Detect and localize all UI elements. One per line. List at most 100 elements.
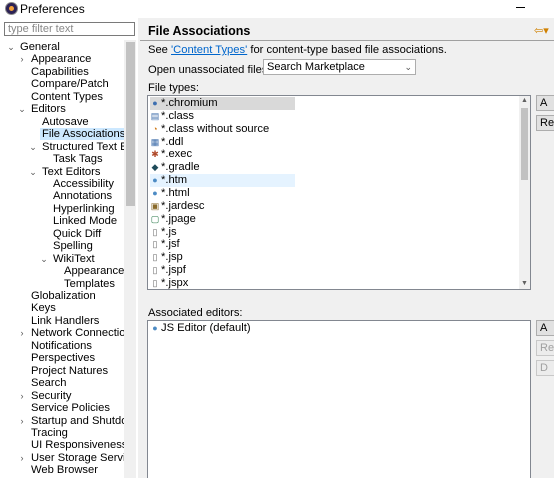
tree-item[interactable]: Content Types bbox=[29, 91, 105, 103]
tree-item[interactable]: Appearance bbox=[62, 265, 124, 277]
associated-editors-list[interactable]: ● JS Editor (default) bbox=[147, 320, 531, 478]
file-type-label: *.jsf bbox=[161, 238, 180, 251]
file-type-row[interactable]: ● *.chromium bbox=[150, 97, 295, 110]
desc-suffix: for content-type based file associations… bbox=[247, 44, 447, 56]
file-types-list[interactable]: ▯ *.jspx ▯ *.jspf ▯ *.jsp ▯ *.jsf ▯ *.js ▢ *.jpage ▣… bbox=[147, 95, 531, 290]
tree-item[interactable]: Keys bbox=[29, 302, 58, 314]
tree-item[interactable]: Security bbox=[29, 390, 73, 402]
tree-item[interactable]: Capabilities bbox=[29, 66, 91, 78]
jardesc-icon: ▣ bbox=[150, 200, 160, 211]
chevron-down-icon[interactable]: ⌄ bbox=[40, 254, 48, 263]
file-type-row[interactable]: ▢ *.jpage bbox=[150, 213, 295, 226]
filter-input[interactable]: type filter text bbox=[4, 22, 135, 36]
tree-item[interactable]: Text Editors bbox=[40, 166, 102, 178]
tree-item[interactable]: File Associations bbox=[40, 128, 124, 141]
tree-item[interactable]: Web Browser bbox=[29, 464, 100, 476]
tree-item[interactable]: Quick Diff bbox=[51, 228, 103, 240]
tree-item[interactable]: Accessibility bbox=[51, 178, 116, 190]
file-icon: ▯ bbox=[152, 252, 158, 263]
tree-item[interactable]: WikiText bbox=[51, 253, 97, 265]
tree-item[interactable]: Linked Mode bbox=[51, 215, 119, 227]
tree-item[interactable]: Tracing bbox=[29, 427, 70, 439]
tree-item[interactable]: Link Handlers bbox=[29, 315, 101, 327]
chevron-right-icon[interactable]: › bbox=[18, 416, 26, 425]
page-title: File Associations bbox=[148, 24, 251, 38]
file-types-scrollbar-thumb[interactable] bbox=[521, 108, 528, 180]
file-type-row[interactable]: ◔ *.class without source bbox=[150, 123, 295, 136]
scroll-up-icon[interactable]: ▲ bbox=[519, 96, 530, 106]
chevron-right-icon[interactable]: › bbox=[18, 329, 26, 338]
open-unassociated-select[interactable]: Search Marketplace ⌄ bbox=[263, 59, 416, 75]
file-type-row[interactable]: ▦ *.ddl bbox=[150, 136, 295, 149]
associated-editors-label: Associated editors: bbox=[148, 307, 243, 319]
add-file-type-button[interactable]: A bbox=[536, 95, 554, 111]
window-title: Preferences bbox=[20, 2, 85, 16]
remove-editor-button[interactable]: Re bbox=[536, 340, 554, 356]
tree-item[interactable]: Notifications bbox=[29, 340, 94, 352]
file-type-row[interactable]: ▯ *.jspx bbox=[150, 276, 295, 289]
associated-editor-row[interactable]: ● JS Editor (default) bbox=[150, 322, 295, 335]
file-type-label: *.ddl bbox=[161, 135, 184, 148]
chevron-down-icon[interactable]: ⌄ bbox=[29, 142, 37, 151]
file-type-label: *.js bbox=[161, 225, 177, 238]
tree-item[interactable]: Project Natures bbox=[29, 365, 110, 377]
tree-item[interactable]: Spelling bbox=[51, 240, 95, 252]
tree-item[interactable]: Startup and Shutdown bbox=[29, 415, 124, 427]
tree-item[interactable]: UI Responsiveness Moni bbox=[29, 439, 124, 451]
tree-item[interactable]: Compare/Patch bbox=[29, 78, 111, 90]
tree-item[interactable]: Network Connections bbox=[29, 327, 124, 339]
class-file-icon: ▤ bbox=[150, 110, 160, 121]
chevron-right-icon[interactable]: › bbox=[18, 391, 26, 400]
tree-item[interactable]: Task Tags bbox=[51, 153, 105, 165]
tree-item[interactable]: Perspectives bbox=[29, 352, 97, 364]
file-type-row[interactable]: ▯ *.jsf bbox=[150, 238, 295, 251]
open-unassociated-value: Search Marketplace bbox=[267, 61, 365, 73]
add-editor-button[interactable]: A bbox=[536, 320, 554, 336]
content-types-link[interactable]: 'Content Types' bbox=[171, 44, 247, 56]
file-type-label: *.chromium bbox=[161, 97, 218, 109]
tree-item[interactable]: Structured Text Edito bbox=[40, 141, 124, 153]
tree-item[interactable]: User Storage Service bbox=[29, 452, 124, 464]
chevron-right-icon[interactable]: › bbox=[18, 453, 26, 462]
file-type-row[interactable]: ▯ *.jspf bbox=[150, 264, 295, 277]
file-types-scrollbar[interactable]: ▲ ▼ bbox=[519, 96, 530, 289]
file-type-row[interactable]: ● *.htm bbox=[150, 174, 295, 188]
file-type-row[interactable]: ▯ *.jsp bbox=[150, 251, 295, 264]
file-type-row[interactable]: ◆ *.gradle bbox=[150, 161, 295, 174]
tree-item[interactable]: Hyperlinking bbox=[51, 203, 117, 215]
file-type-row[interactable]: ✱ *.exec bbox=[150, 148, 295, 161]
chevron-down-icon[interactable]: ⌄ bbox=[29, 167, 37, 176]
back-arrow-icon[interactable]: ⇦▾ bbox=[534, 24, 549, 37]
tree-item[interactable]: Search bbox=[29, 377, 68, 389]
tree-item[interactable]: Templates bbox=[62, 278, 117, 290]
remove-file-type-button[interactable]: Re bbox=[536, 115, 554, 131]
file-type-label: *.jspx bbox=[161, 276, 189, 289]
tree-item[interactable]: General bbox=[18, 41, 62, 53]
file-icon: ▯ bbox=[152, 239, 158, 250]
tree-scrollbar[interactable] bbox=[124, 40, 136, 478]
file-type-label: *.class without source bbox=[161, 122, 270, 135]
js-editor-icon: ● bbox=[152, 323, 158, 333]
file-type-label: *.jspf bbox=[161, 264, 186, 277]
chevron-down-icon[interactable]: ⌄ bbox=[7, 43, 15, 52]
tree-item[interactable]: Editors bbox=[29, 103, 68, 115]
file-type-row[interactable]: ● *.html bbox=[150, 187, 295, 200]
default-editor-button[interactable]: D bbox=[536, 360, 554, 376]
tree-item[interactable]: Appearance bbox=[29, 53, 93, 65]
tree-item[interactable]: Annotations bbox=[51, 190, 114, 202]
minimize-button[interactable] bbox=[514, 0, 528, 14]
file-type-label: *.jsp bbox=[161, 251, 183, 264]
preferences-tree: ⌄ General › Appearance Capabilities Compare/P… bbox=[0, 40, 124, 478]
file-type-label: *.html bbox=[161, 186, 190, 199]
tree-item[interactable]: Globalization bbox=[29, 290, 98, 302]
chromium-icon: ● bbox=[152, 98, 158, 108]
file-type-row[interactable]: ▣ *.jardesc bbox=[150, 200, 295, 213]
scroll-down-icon[interactable]: ▼ bbox=[519, 279, 530, 289]
chevron-right-icon[interactable]: › bbox=[18, 55, 26, 64]
file-type-row[interactable]: ▯ *.js bbox=[150, 226, 295, 239]
tree-item[interactable]: Autosave bbox=[40, 116, 91, 128]
file-type-row[interactable]: ▤ *.class bbox=[150, 110, 295, 123]
tree-item[interactable]: Service Policies bbox=[29, 402, 112, 414]
tree-scrollbar-thumb[interactable] bbox=[126, 42, 135, 206]
chevron-down-icon[interactable]: ⌄ bbox=[18, 105, 26, 114]
